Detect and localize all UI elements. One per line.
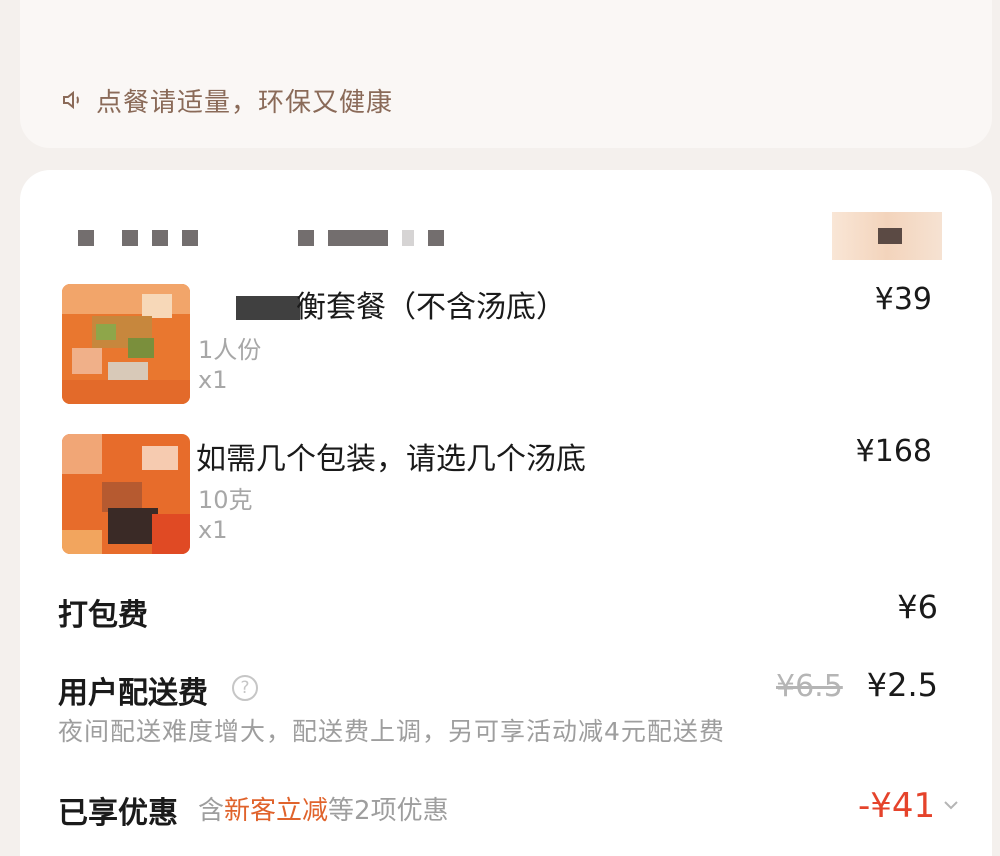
delivery-fee-value: ¥2.5 — [866, 666, 938, 704]
help-icon[interactable]: ? — [232, 675, 258, 701]
discount-total[interactable]: -¥41 — [858, 786, 935, 826]
promotions-note-prefix: 含 — [198, 796, 225, 826]
packing-fee-label: 打包费 — [58, 598, 148, 633]
new-customer-discount: 新客立减 — [224, 796, 329, 826]
shop-name-redacted-2 — [298, 230, 444, 246]
item-quantity: x1 — [198, 366, 228, 394]
promotions-label: 已享优惠 — [58, 796, 178, 831]
notice-banner: 点餐请适量，环保又健康 — [60, 80, 393, 120]
item-thumbnail[interactable] — [62, 434, 190, 554]
chevron-down-icon[interactable] — [942, 796, 960, 814]
speaker-icon — [63, 90, 79, 110]
item-name-redaction — [236, 296, 300, 320]
notice-card — [20, 0, 992, 148]
delivery-fee-note: 夜间配送难度增大，配送费上调，另可享活动减4元配送费 — [58, 717, 725, 746]
notice-text: 点餐请适量，环保又健康 — [96, 87, 394, 118]
item-name: 衡套餐（不含汤底） — [296, 290, 566, 325]
original-delivery-fee: ¥6.5 — [776, 669, 843, 704]
item-spec: 1人份 — [198, 336, 262, 364]
promotions-note[interactable]: 含新客立减等2项优惠 — [198, 790, 449, 827]
packing-fee-value: ¥6 — [897, 588, 938, 626]
item-spec: 10克 — [198, 486, 253, 514]
item-name: 如需几个包装，请选几个汤底 — [196, 442, 586, 477]
item-price: ¥168 — [855, 434, 932, 469]
promotions-note-suffix: 等2项优惠 — [328, 796, 449, 826]
store-badge-redacted — [832, 212, 942, 260]
shop-name-redacted — [78, 230, 198, 246]
item-quantity: x1 — [198, 516, 228, 544]
delivery-fee-label: 用户配送费 — [58, 676, 208, 711]
item-price: ¥39 — [874, 282, 932, 317]
item-thumbnail[interactable] — [62, 284, 190, 404]
